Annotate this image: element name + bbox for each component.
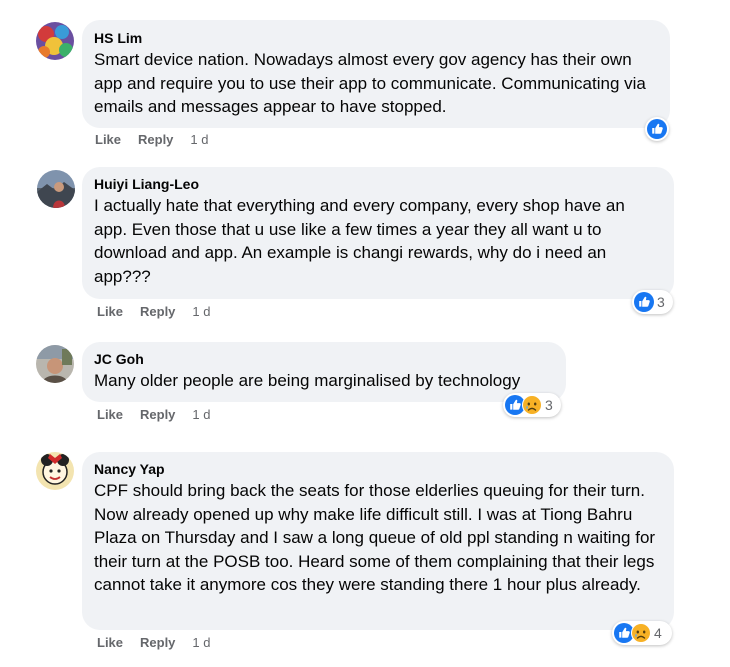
avatar[interactable] bbox=[36, 22, 74, 60]
comment-timestamp[interactable]: 1 d bbox=[192, 407, 210, 422]
avatar-image bbox=[36, 345, 74, 383]
comment-actions: Like Reply 1 d bbox=[97, 407, 211, 423]
avatar-image bbox=[36, 22, 74, 60]
reply-button[interactable]: Reply bbox=[140, 635, 175, 650]
comment-bubble: Nancy Yap CPF should bring back the seat… bbox=[82, 452, 674, 630]
comment-bubble: HS Lim Smart device nation. Nowadays alm… bbox=[82, 20, 670, 128]
comment-author[interactable]: Nancy Yap bbox=[94, 460, 662, 478]
like-button[interactable]: Like bbox=[95, 132, 121, 147]
sad-icon bbox=[522, 395, 542, 415]
avatar[interactable] bbox=[36, 452, 74, 490]
like-button[interactable]: Like bbox=[97, 407, 123, 422]
reaction-count: 4 bbox=[654, 625, 662, 641]
comment-text: Many older people are being marginalised… bbox=[94, 371, 521, 390]
reply-button[interactable]: Reply bbox=[140, 304, 175, 319]
reply-button[interactable]: Reply bbox=[140, 407, 175, 422]
comment-timestamp[interactable]: 1 d bbox=[192, 635, 210, 650]
comment-text: Smart device nation. Nowadays almost eve… bbox=[94, 50, 646, 116]
like-icon bbox=[647, 119, 667, 139]
comment-actions: Like Reply 1 d bbox=[97, 304, 211, 320]
comment-author[interactable]: HS Lim bbox=[94, 29, 658, 47]
comment-timestamp[interactable]: 1 d bbox=[192, 304, 210, 319]
avatar[interactable] bbox=[36, 345, 74, 383]
sad-icon bbox=[631, 623, 651, 643]
avatar-image bbox=[36, 452, 74, 490]
reactions-summary[interactable]: 4 bbox=[612, 621, 672, 645]
reactions-summary[interactable] bbox=[645, 117, 669, 141]
comment-author[interactable]: Huiyi Liang-Leo bbox=[94, 175, 662, 193]
comment-actions: Like Reply 1 d bbox=[97, 635, 211, 651]
comment-text: I actually hate that everything and ever… bbox=[94, 196, 625, 286]
comment-actions: Like Reply 1 d bbox=[95, 132, 209, 148]
reactions-summary[interactable]: 3 bbox=[632, 290, 673, 314]
reply-button[interactable]: Reply bbox=[138, 132, 173, 147]
reactions-summary[interactable]: 3 bbox=[503, 393, 561, 417]
avatar-image bbox=[37, 170, 75, 208]
comment-bubble: JC Goh Many older people are being margi… bbox=[82, 342, 566, 402]
comment-author[interactable]: JC Goh bbox=[94, 350, 554, 368]
avatar[interactable] bbox=[37, 170, 75, 208]
comment-timestamp[interactable]: 1 d bbox=[190, 132, 208, 147]
comment-text: CPF should bring back the seats for thos… bbox=[94, 481, 656, 594]
like-button[interactable]: Like bbox=[97, 304, 123, 319]
comment-bubble: Huiyi Liang-Leo I actually hate that eve… bbox=[82, 167, 674, 299]
like-button[interactable]: Like bbox=[97, 635, 123, 650]
reaction-count: 3 bbox=[657, 294, 665, 310]
like-icon bbox=[634, 292, 654, 312]
reaction-count: 3 bbox=[545, 397, 553, 413]
